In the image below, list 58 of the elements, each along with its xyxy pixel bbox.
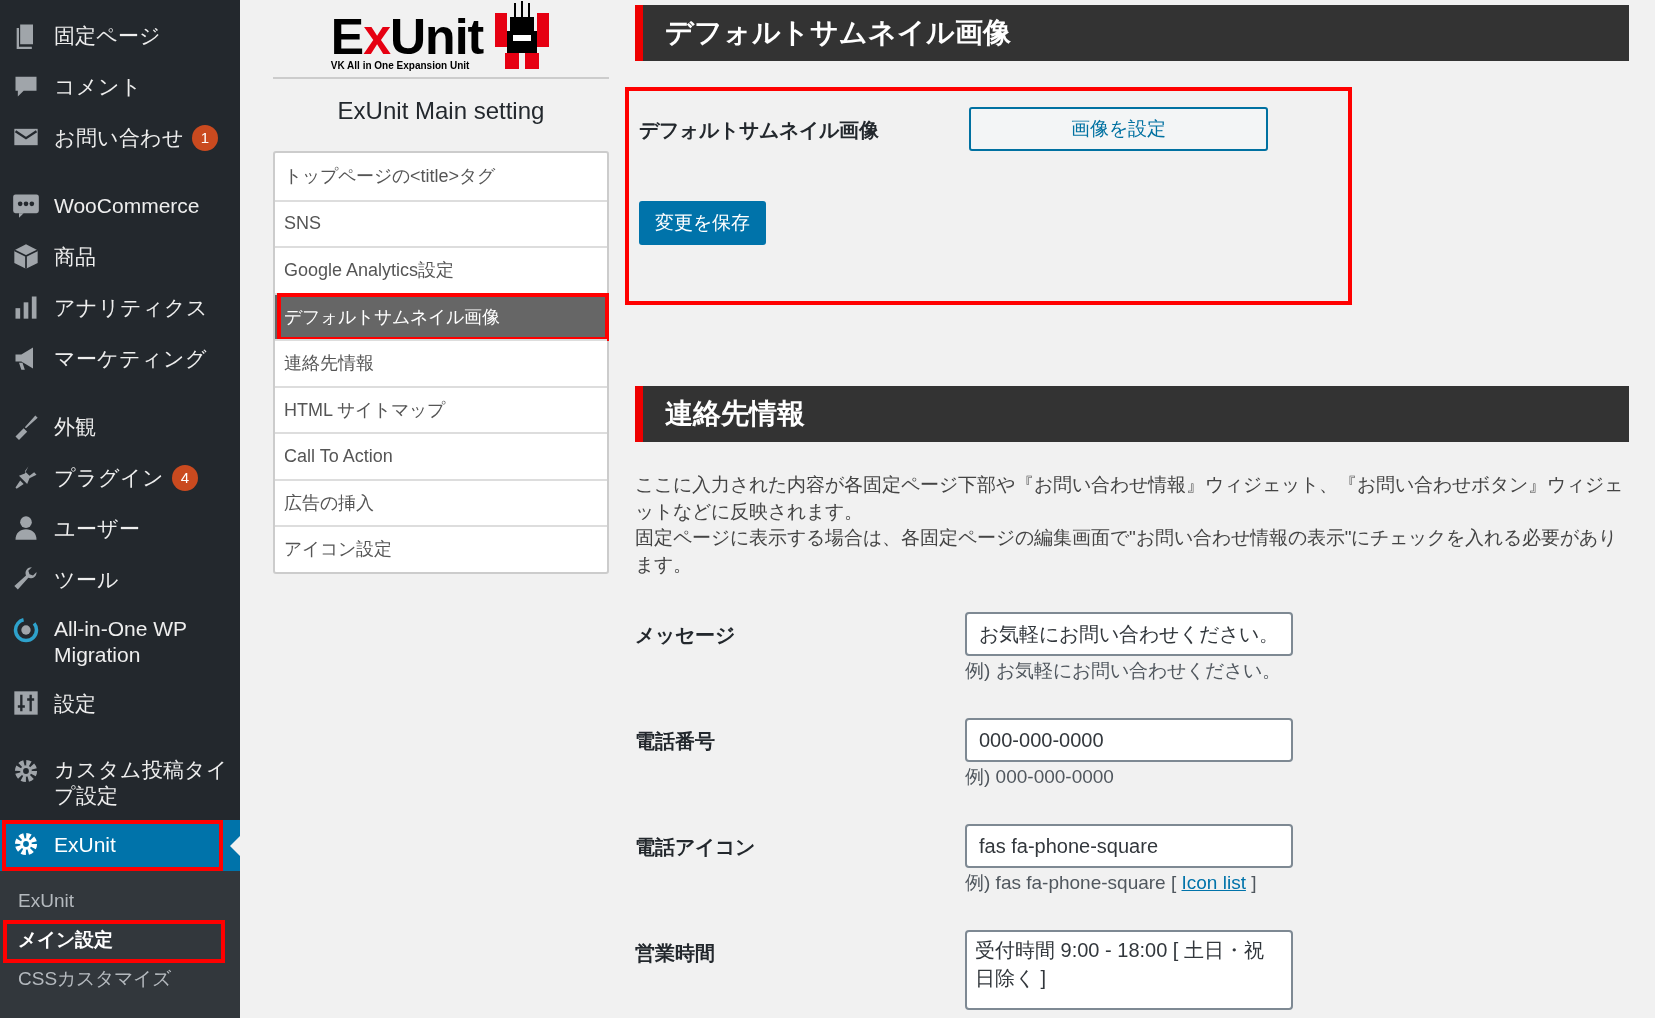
description-text: 固定ページに表示する場合は、各固定ページの編集画面で"お問い合わせ情報の表示"にチェックを入れる必要があります。 xyxy=(635,526,1619,577)
section-header: デフォルトサムネイル画像 xyxy=(635,5,1629,61)
textarea-field[interactable]: 受付時間 9:00 - 18:00 [ 土日・祝日除く ] xyxy=(965,930,1293,1010)
settings-nav-item[interactable]: 広告の挿入 xyxy=(275,478,607,525)
description-text: ここに入力された内容が各固定ページ下部や『お問い合わせ情報』ウィジェット、『お問い合わせボタン』ウィジェットなどに反映されます。 xyxy=(635,473,1624,524)
logo-subtitle: VK All in One Expansion Unit xyxy=(330,60,471,71)
count-badge: 1 xyxy=(192,125,218,151)
sidebar-item[interactable]: コメント xyxy=(0,62,240,113)
settings-title: ExUnit Main setting xyxy=(336,97,546,125)
sidebar-item[interactable]: アナリティクス xyxy=(0,283,240,334)
sidebar-item[interactable]: WooCommerce xyxy=(0,181,240,232)
field-label: 営業時間 xyxy=(635,941,716,966)
sidebar-item[interactable]: ツール xyxy=(0,555,240,606)
input-field[interactable]: お気軽にお問い合わせください。 xyxy=(965,612,1293,656)
gear-icon xyxy=(12,757,40,785)
sidebar-item[interactable]: カスタム投稿タイプ設定 xyxy=(0,747,240,820)
field-label: 電話番号 xyxy=(635,729,716,754)
input-field[interactable]: fas fa-phone-square xyxy=(965,824,1293,868)
sidebar-item[interactable]: ユーザー xyxy=(0,504,240,555)
count-badge: 4 xyxy=(172,465,198,491)
sidebar-item[interactable]: マーケティング xyxy=(0,334,240,385)
settings-nav-item[interactable]: アイコン設定 xyxy=(275,525,607,572)
save-button[interactable]: 変更を保存 xyxy=(639,201,766,245)
box-icon xyxy=(12,242,40,270)
hint-text: 例) 000-000-0000 xyxy=(965,765,1115,789)
settings-nav-item[interactable]: デフォルトサムネイル画像 xyxy=(275,292,607,339)
refresh-circle-icon xyxy=(12,616,40,644)
sidebar-item[interactable]: 外観 xyxy=(0,402,240,453)
settings-nav-item[interactable]: SNS xyxy=(275,199,607,246)
field-label: 電話アイコン xyxy=(635,835,756,860)
sidebar-item[interactable]: お問い合わせ 1 xyxy=(0,113,240,164)
hint-text: 例) お気軽にお問い合わせください。 xyxy=(965,659,1282,683)
settings-nav-item[interactable]: Google Analytics設定 xyxy=(275,246,607,293)
sidebar-item[interactable]: All-in-One WP Migration xyxy=(0,606,240,679)
gear-icon xyxy=(12,830,40,858)
settings-nav-item[interactable]: 連絡先情報 xyxy=(275,339,607,386)
submenu-item[interactable]: CSSカスタマイズ xyxy=(0,959,240,998)
settings-nav-item[interactable]: トップページの<title>タグ xyxy=(275,153,607,200)
icon-list-link[interactable]: Icon list xyxy=(1181,872,1246,893)
set-image-button[interactable]: 画像を設定 xyxy=(969,107,1268,151)
sidebar-item[interactable]: 商品 xyxy=(0,232,240,283)
sliders-icon xyxy=(12,689,40,717)
field-label: メッセージ xyxy=(635,623,736,648)
submenu-item[interactable]: ExUnit xyxy=(0,881,240,920)
logo-title: ExUnit xyxy=(330,14,484,60)
sidebar-item[interactable]: プラグイン 4 xyxy=(0,453,240,504)
field-label: デフォルトサムネイル画像 xyxy=(639,118,880,143)
submenu-item[interactable]: メイン設定 xyxy=(0,920,240,959)
sidebar-item[interactable]: 固定ページ xyxy=(0,11,240,62)
sidebar-item[interactable]: ExUnit xyxy=(0,820,240,871)
robot-drawing xyxy=(493,1,552,71)
pointer-icon xyxy=(230,836,240,856)
settings-nav-item[interactable]: HTML サイトマップ xyxy=(275,385,607,432)
input-field[interactable]: 000-000-0000 xyxy=(965,718,1293,762)
sidebar-item[interactable]: 設定 xyxy=(0,679,240,730)
settings-nav-item[interactable]: Call To Action xyxy=(275,432,607,479)
hint-text: 例) fas fa-phone-square [ Icon list ] xyxy=(965,871,1258,895)
section-header: 連絡先情報 xyxy=(635,386,1629,442)
